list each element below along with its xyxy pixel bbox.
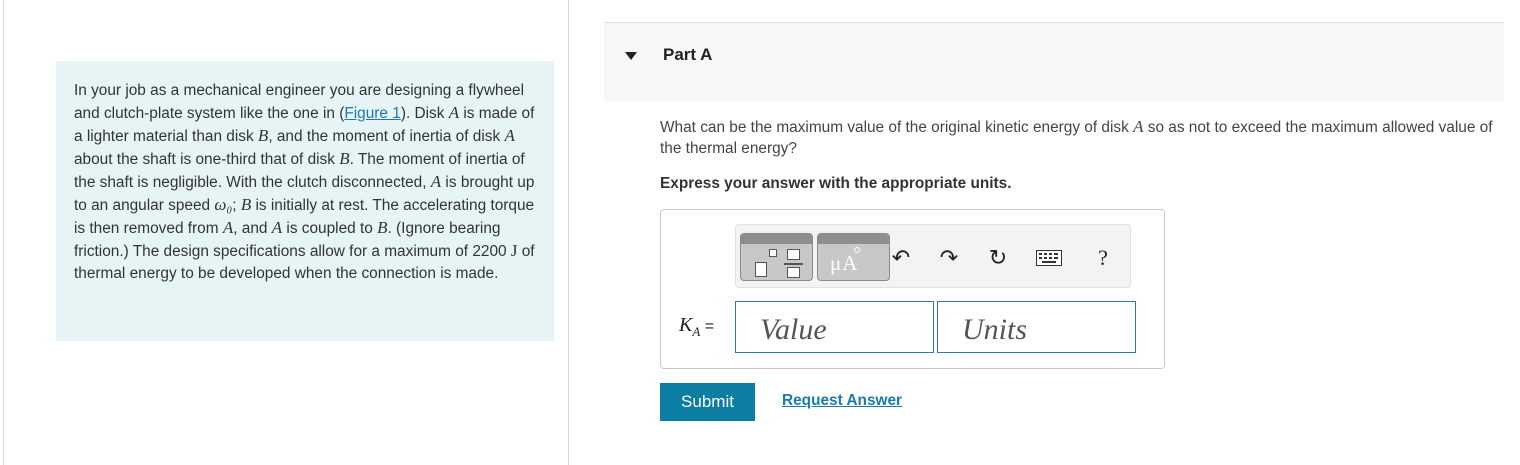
keyboard-glyph [1036, 250, 1062, 266]
symbol-a: A [448, 103, 460, 122]
template-square [769, 249, 777, 257]
symbol-a: A [271, 218, 283, 237]
reset-icon[interactable]: ↻ [985, 245, 1011, 271]
figure-link[interactable]: Figure 1 [344, 105, 400, 122]
problem-text-10: , and [233, 220, 272, 237]
answer-instruction: Express your answer with the appropriate… [660, 175, 1012, 192]
help-icon[interactable]: ? [1090, 245, 1116, 271]
button-bar [741, 234, 812, 244]
undo-icon[interactable]: ↶ [888, 245, 914, 271]
problem-statement: In your job as a mechanical engineer you… [56, 61, 554, 341]
question-text: What can be the maximum value of the ori… [660, 116, 1505, 159]
part-title: Part A [663, 45, 713, 64]
symbol-a: A [222, 218, 234, 237]
collapse-caret-icon[interactable] [625, 52, 637, 60]
template-square [787, 267, 800, 278]
fraction-bar [784, 263, 803, 265]
template-square [787, 249, 800, 260]
templates-button[interactable] [740, 233, 813, 281]
problem-text-5: about the shaft is one-third that of dis… [74, 151, 340, 168]
problem-text-4: , and the moment of inertia of disk [268, 128, 505, 145]
symbol-b: B [257, 126, 269, 145]
symbol-a: A [1133, 117, 1144, 136]
problem-text-8: ; [232, 197, 241, 214]
template-square [755, 262, 767, 277]
request-answer-link[interactable]: Request Answer [782, 392, 902, 410]
button-bar [818, 234, 889, 244]
symbol-b: B [240, 195, 252, 214]
symbol-a: A [504, 126, 515, 145]
variable-k: K [679, 314, 693, 336]
symbol-omega: ω₀ [214, 195, 233, 214]
answer-variable-label: KA = [679, 314, 714, 340]
keyboard-icon[interactable] [1036, 245, 1062, 271]
part-header[interactable]: Part A [604, 22, 1504, 101]
redo-icon[interactable]: ↷ [936, 245, 962, 271]
submit-button[interactable]: Submit [660, 383, 755, 421]
value-input[interactable] [735, 301, 934, 353]
answer-box: μA ↶ ↷ ↻ ? KA = [660, 209, 1165, 369]
problem-text-2: ). Disk [400, 105, 449, 122]
part-pane: Part A What can be the maximum value of … [604, 0, 1504, 465]
math-toolbar: μA ↶ ↷ ↻ ? [735, 224, 1131, 288]
units-button[interactable]: μA [817, 233, 890, 281]
equals-sign: = [700, 318, 715, 335]
problem-pane: In your job as a mechanical engineer you… [3, 0, 569, 465]
units-symbol: μA [830, 251, 859, 275]
symbol-b: B [377, 218, 388, 237]
units-input[interactable] [937, 301, 1136, 353]
problem-text-11: is coupled to [282, 220, 378, 237]
symbol-a: A [430, 172, 442, 191]
question-text-1: What can be the maximum value of the ori… [660, 119, 1134, 136]
symbol-b: B [339, 149, 350, 168]
